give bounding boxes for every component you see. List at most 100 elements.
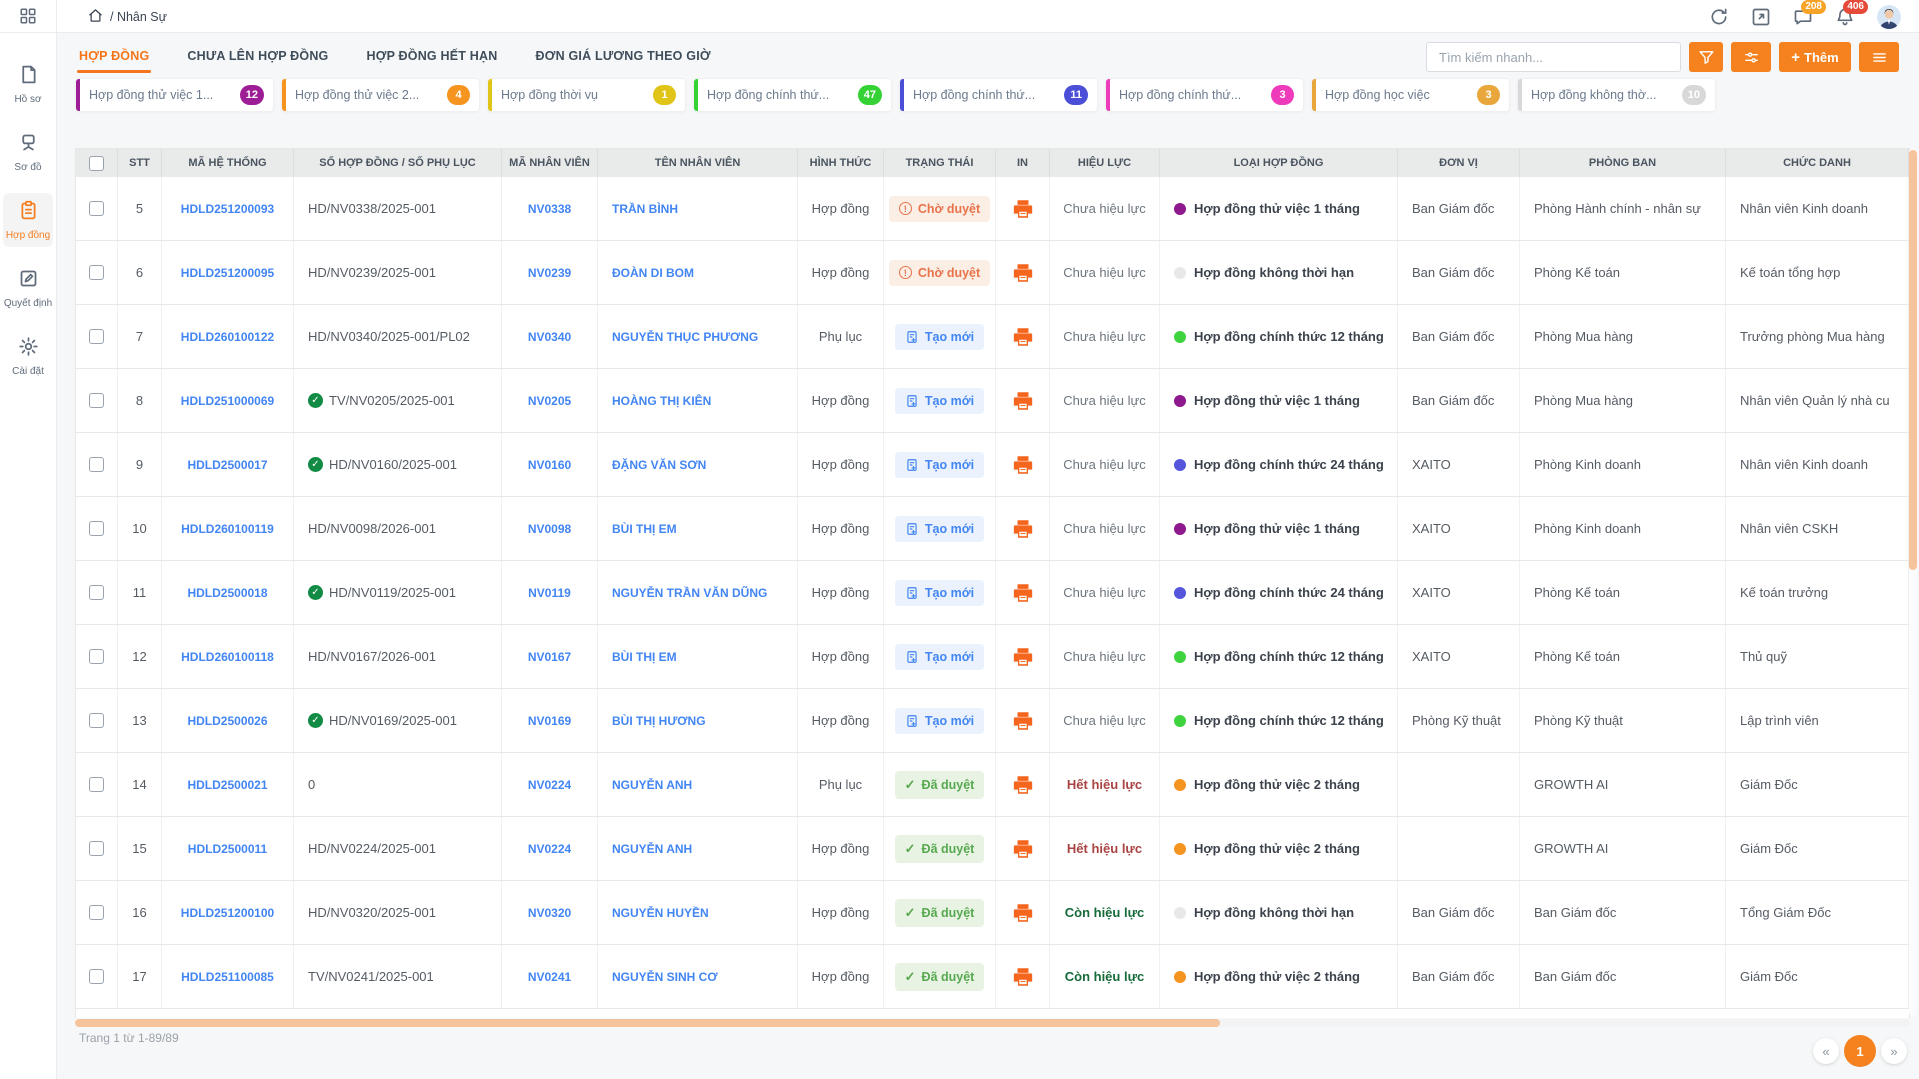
employee-name-link[interactable]: NGUYỄN SINH CƠ bbox=[612, 970, 718, 984]
employee-name-link[interactable]: ĐOÀN DI BOM bbox=[612, 266, 694, 280]
row-checkbox[interactable] bbox=[89, 713, 104, 728]
row-checkbox[interactable] bbox=[89, 905, 104, 920]
print-icon[interactable] bbox=[1012, 774, 1034, 796]
sidebar-item-ho-so[interactable]: Hồ sơ bbox=[3, 57, 53, 111]
employee-code-link[interactable]: NV0239 bbox=[528, 266, 571, 280]
filter-chip-5[interactable]: Hợp đồng chính thứ...3 bbox=[1105, 78, 1304, 112]
print-icon[interactable] bbox=[1012, 582, 1034, 604]
system-code-link[interactable]: HDLD2500026 bbox=[187, 714, 267, 728]
search-input[interactable] bbox=[1426, 42, 1681, 72]
notifications-bell-icon[interactable]: 406 bbox=[1835, 7, 1855, 27]
employee-code-link[interactable]: NV0160 bbox=[528, 458, 571, 472]
row-checkbox[interactable] bbox=[89, 457, 104, 472]
system-code-link[interactable]: HDLD260100118 bbox=[181, 650, 274, 664]
employee-code-link[interactable]: NV0224 bbox=[528, 778, 571, 792]
refresh-icon[interactable] bbox=[1709, 7, 1729, 27]
messages-icon[interactable]: 208 bbox=[1793, 7, 1813, 27]
tab-0[interactable]: HỢP ĐỒNG bbox=[77, 41, 151, 73]
row-checkbox[interactable] bbox=[89, 585, 104, 600]
filter-chip-6[interactable]: Hợp đồng học việc3 bbox=[1311, 78, 1510, 112]
print-icon[interactable] bbox=[1012, 518, 1034, 540]
employee-code-link[interactable]: NV0241 bbox=[528, 970, 571, 984]
print-icon[interactable] bbox=[1012, 966, 1034, 988]
filter-chip-7[interactable]: Hợp đồng không thờ...10 bbox=[1517, 78, 1716, 112]
system-code-link[interactable]: HDLD251100085 bbox=[181, 970, 274, 984]
print-icon[interactable] bbox=[1012, 838, 1034, 860]
filter-chip-0[interactable]: Hợp đồng thử việc 1...12 bbox=[75, 78, 274, 112]
tab-3[interactable]: ĐƠN GIÁ LƯƠNG THEO GIỜ bbox=[534, 41, 713, 73]
employee-name-link[interactable]: TRẦN BÌNH bbox=[612, 202, 678, 216]
print-icon[interactable] bbox=[1012, 646, 1034, 668]
filter-chip-4[interactable]: Hợp đồng chính thứ...11 bbox=[899, 78, 1098, 112]
system-code-link[interactable]: HDLD251200093 bbox=[181, 202, 274, 216]
employee-code-link[interactable]: NV0167 bbox=[528, 650, 571, 664]
horizontal-scrollbar[interactable] bbox=[75, 1019, 1220, 1027]
filter-chip-2[interactable]: Hợp đồng thời vụ1 bbox=[487, 78, 686, 112]
filter-chip-3[interactable]: Hợp đồng chính thứ...47 bbox=[693, 78, 892, 112]
print-icon[interactable] bbox=[1012, 198, 1034, 220]
employee-code-link[interactable]: NV0340 bbox=[528, 330, 571, 344]
tab-2[interactable]: HỢP ĐỒNG HẾT HẠN bbox=[364, 41, 499, 73]
column-settings-button[interactable] bbox=[1731, 42, 1771, 72]
employee-code-link[interactable]: NV0224 bbox=[528, 842, 571, 856]
system-code-link[interactable]: HDLD260100119 bbox=[181, 522, 274, 536]
employee-name-link[interactable]: BÙI THỊ EM bbox=[612, 650, 677, 664]
row-checkbox[interactable] bbox=[89, 969, 104, 984]
system-code-link[interactable]: HDLD2500017 bbox=[187, 458, 267, 472]
employee-code-link[interactable]: NV0169 bbox=[528, 714, 571, 728]
employee-name-link[interactable]: NGUYỄN ANH bbox=[612, 778, 692, 792]
system-code-link[interactable]: HDLD251200100 bbox=[181, 906, 274, 920]
sidebar-item-quyet-dinh[interactable]: Quyết định bbox=[3, 261, 53, 315]
row-checkbox[interactable] bbox=[89, 265, 104, 280]
print-icon[interactable] bbox=[1012, 326, 1034, 348]
next-page-button[interactable]: » bbox=[1881, 1038, 1907, 1064]
employee-name-link[interactable]: ĐẶNG VĂN SƠN bbox=[612, 458, 706, 472]
more-menu-button[interactable] bbox=[1859, 42, 1899, 72]
print-icon[interactable] bbox=[1012, 262, 1034, 284]
prev-page-button[interactable]: « bbox=[1813, 1038, 1839, 1064]
sidebar-item-so-do[interactable]: Sơ đồ bbox=[3, 125, 53, 179]
employee-code-link[interactable]: NV0205 bbox=[528, 394, 571, 408]
employee-code-link[interactable]: NV0119 bbox=[528, 586, 571, 600]
filter-button[interactable] bbox=[1689, 42, 1723, 72]
employee-name-link[interactable]: NGUYỄN ANH bbox=[612, 842, 692, 856]
row-checkbox[interactable] bbox=[89, 201, 104, 216]
row-checkbox[interactable] bbox=[89, 393, 104, 408]
system-code-link[interactable]: HDLD2500011 bbox=[188, 842, 267, 856]
employee-name-link[interactable]: NGUYỄN TRẦN VĂN DŨNG bbox=[612, 586, 767, 600]
employee-code-link[interactable]: NV0338 bbox=[528, 202, 571, 216]
employee-name-link[interactable]: NGUYỄN THỤC PHƯƠNG bbox=[612, 330, 758, 344]
system-code-link[interactable]: HDLD2500018 bbox=[187, 586, 267, 600]
employee-code-link[interactable]: NV0320 bbox=[528, 906, 571, 920]
filter-chip-1[interactable]: Hợp đồng thử việc 2...4 bbox=[281, 78, 480, 112]
select-all-checkbox[interactable] bbox=[89, 156, 104, 171]
vertical-scrollbar[interactable] bbox=[1909, 150, 1917, 570]
user-avatar[interactable] bbox=[1877, 5, 1901, 29]
apps-grid-icon[interactable] bbox=[0, 0, 56, 33]
tab-1[interactable]: CHƯA LÊN HỢP ĐỒNG bbox=[185, 41, 330, 73]
employee-name-link[interactable]: BÙI THỊ HƯƠNG bbox=[612, 714, 706, 728]
employee-name-link[interactable]: HOÀNG THỊ KIÊN bbox=[612, 394, 711, 408]
employee-name-link[interactable]: BÙI THỊ EM bbox=[612, 522, 677, 536]
employee-name-link[interactable]: NGUYỄN HUYỀN bbox=[612, 906, 709, 920]
system-code-link[interactable]: HDLD251200095 bbox=[181, 266, 274, 280]
sidebar-item-hop-dong[interactable]: Hợp đồng bbox=[3, 193, 53, 247]
row-checkbox[interactable] bbox=[89, 521, 104, 536]
row-checkbox[interactable] bbox=[89, 841, 104, 856]
vertical-scrollbar-track[interactable] bbox=[1909, 148, 1917, 1016]
system-code-link[interactable]: HDLD2500021 bbox=[187, 778, 267, 792]
system-code-link[interactable]: HDLD251000069 bbox=[181, 394, 274, 408]
home-icon[interactable] bbox=[88, 8, 103, 26]
fullscreen-icon[interactable] bbox=[1751, 7, 1771, 27]
print-icon[interactable] bbox=[1012, 902, 1034, 924]
sidebar-item-cai-dat[interactable]: Cài đặt bbox=[3, 329, 53, 383]
system-code-link[interactable]: HDLD260100122 bbox=[181, 330, 274, 344]
print-icon[interactable] bbox=[1012, 390, 1034, 412]
horizontal-scrollbar-track[interactable] bbox=[75, 1019, 1910, 1027]
print-icon[interactable] bbox=[1012, 454, 1034, 476]
employee-code-link[interactable]: NV0098 bbox=[528, 522, 571, 536]
add-button[interactable]: + Thêm bbox=[1779, 42, 1851, 72]
row-checkbox[interactable] bbox=[89, 777, 104, 792]
row-checkbox[interactable] bbox=[89, 649, 104, 664]
current-page-button[interactable]: 1 bbox=[1844, 1035, 1876, 1067]
